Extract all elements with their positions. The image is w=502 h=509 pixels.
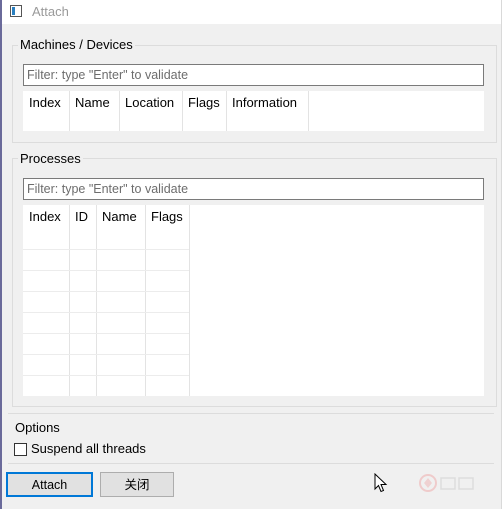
- row-divider: [23, 312, 189, 313]
- column-divider: [182, 91, 183, 131]
- machines-col-name[interactable]: Name: [69, 91, 119, 117]
- machines-group-label: Machines / Devices: [18, 37, 135, 52]
- row-divider: [23, 333, 189, 334]
- column-divider: [226, 91, 227, 131]
- attach-button[interactable]: Attach: [6, 472, 93, 497]
- machines-col-flags[interactable]: Flags: [182, 91, 226, 117]
- column-divider: [119, 91, 120, 131]
- options-label: Options: [15, 420, 60, 435]
- row-divider: [23, 354, 189, 355]
- row-divider: [23, 291, 189, 292]
- buttons-separator: [8, 463, 494, 464]
- processes-col-id[interactable]: ID: [69, 205, 96, 231]
- column-divider: [69, 205, 70, 396]
- machines-table[interactable]: Index Name Location Flags Information: [23, 91, 484, 131]
- window-edge: [0, 0, 2, 509]
- row-divider: [23, 375, 189, 376]
- suspend-threads-checkbox[interactable]: [14, 443, 27, 456]
- machines-filter-input[interactable]: [23, 64, 484, 86]
- title-bar: Attach: [2, 0, 501, 24]
- processes-col-name[interactable]: Name: [96, 205, 145, 231]
- suspend-threads-label[interactable]: Suspend all threads: [31, 441, 146, 456]
- column-divider: [189, 205, 190, 396]
- machines-col-information[interactable]: Information: [226, 91, 308, 117]
- column-divider: [69, 91, 70, 131]
- watermark-logo-icon: [419, 474, 474, 492]
- processes-col-flags[interactable]: Flags: [145, 205, 189, 231]
- processes-table[interactable]: Index ID Name Flags: [23, 205, 484, 396]
- machines-col-location[interactable]: Location: [119, 91, 182, 117]
- processes-filter-input[interactable]: [23, 178, 484, 200]
- close-button[interactable]: 关闭: [100, 472, 174, 497]
- row-divider: [23, 270, 189, 271]
- processes-group-label: Processes: [18, 151, 83, 166]
- machines-col-index[interactable]: Index: [23, 91, 69, 117]
- column-divider: [308, 91, 309, 131]
- row-divider: [23, 249, 189, 250]
- app-icon: [10, 5, 22, 17]
- attach-dialog: Attach Machines / Devices Index Name Loc…: [0, 0, 502, 509]
- column-divider: [145, 205, 146, 396]
- processes-col-index[interactable]: Index: [23, 205, 69, 231]
- options-separator: [8, 413, 494, 414]
- mouse-cursor-icon: [374, 473, 388, 493]
- column-divider: [96, 205, 97, 396]
- window-title: Attach: [32, 4, 69, 19]
